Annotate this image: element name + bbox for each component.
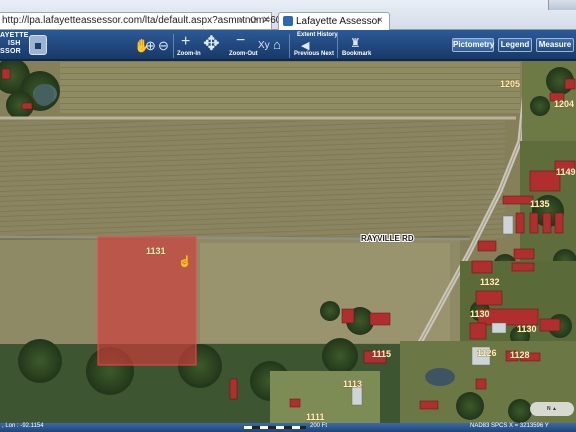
measure-button[interactable]: Measure bbox=[536, 38, 574, 52]
parcel-label: 1111 bbox=[306, 412, 325, 422]
toolbar-separator bbox=[337, 34, 338, 58]
previous-label[interactable]: Previous bbox=[294, 51, 319, 57]
zoom-in-magnifier-icon[interactable]: ⊕ bbox=[145, 39, 156, 52]
parcel-label: 1128 bbox=[510, 350, 530, 360]
pond bbox=[425, 368, 455, 386]
hand-cursor-icon: ☝ bbox=[178, 254, 192, 268]
parcel-label: 1132 bbox=[480, 277, 500, 287]
window-button[interactable] bbox=[548, 0, 576, 10]
crop-field bbox=[60, 61, 520, 113]
brand-line: SSOR bbox=[0, 48, 22, 55]
bookmark-icon[interactable]: ♜ bbox=[350, 37, 361, 50]
full-extent-arrows-icon[interactable]: ✥ bbox=[203, 34, 220, 54]
xy-coordinate-icon[interactable]: Xy bbox=[258, 39, 270, 52]
projection-readout: NAD83 SPCS X = 3213596 Y bbox=[470, 423, 549, 429]
parcel-label: 1130 bbox=[517, 324, 537, 334]
brand-logo: AYETTE ISH SSOR bbox=[0, 32, 28, 56]
road-label-rayville: RAYVILLE RD bbox=[361, 234, 414, 243]
tab-lafayette-assessor[interactable]: Lafayette Assessor × bbox=[278, 12, 390, 30]
parcel-label-selected: 1131 bbox=[146, 246, 166, 256]
pasture-field bbox=[200, 243, 450, 343]
favicon-icon bbox=[283, 16, 293, 26]
pictometry-button[interactable]: Pictometry bbox=[452, 38, 494, 52]
address-bar[interactable]: http://lpa.lafayetteassessor.com/lta/def… bbox=[0, 12, 309, 30]
crop-field bbox=[0, 121, 505, 239]
extent-history-label: Extent History bbox=[297, 32, 338, 38]
parcel-label: 1204 bbox=[554, 99, 574, 109]
toolbar-separator bbox=[289, 34, 290, 58]
refresh-icon[interactable]: ⟳ bbox=[250, 15, 258, 26]
legend-button[interactable]: Legend bbox=[498, 38, 532, 52]
brand-line: ISH bbox=[8, 40, 21, 47]
parcel-label: 1135 bbox=[530, 199, 550, 209]
coordinates-readout: , Lon : -92.1154 bbox=[2, 423, 44, 429]
browser-chrome: http://lpa.lafayetteassessor.com/lta/def… bbox=[0, 0, 576, 30]
parcel-label: 1205 bbox=[500, 79, 520, 89]
pond bbox=[34, 84, 54, 106]
brand-line: AYETTE bbox=[0, 32, 29, 39]
next-label[interactable]: Next bbox=[321, 51, 334, 57]
close-icon[interactable]: ✕ bbox=[262, 15, 270, 26]
parcel-label: 1149 bbox=[556, 167, 576, 177]
parcel-label: 1113 bbox=[343, 379, 362, 389]
aerial-imagery[interactable]: RAYVILLE RD 1205 1204 1149 1135 1131 113… bbox=[0, 61, 576, 423]
tab-title: Lafayette Assessor bbox=[296, 16, 381, 27]
parcel-label: 1130 bbox=[470, 309, 490, 319]
status-bar: , Lon : -92.1154 200 Ft NAD83 SPCS X = 3… bbox=[0, 423, 576, 432]
zoom-out-magnifier-icon[interactable]: ⊖ bbox=[158, 39, 169, 52]
zoom-out-label[interactable]: Zoom-Out bbox=[229, 51, 258, 57]
toolbar-separator bbox=[173, 34, 174, 58]
parcel-label: 1126 bbox=[477, 348, 497, 358]
search-icon[interactable]: ⌕ bbox=[238, 15, 244, 26]
zoom-in-label[interactable]: Zoom-In bbox=[177, 51, 201, 57]
scale-bar bbox=[244, 426, 306, 429]
scale-label: 200 Ft bbox=[310, 423, 328, 429]
zoom-in-icon[interactable]: + bbox=[181, 34, 190, 50]
app-toolbar: AYETTE ISH SSOR ✋ ⊕ ⊖ + Zoom-In ✥ − Zoom… bbox=[0, 30, 576, 61]
zoom-out-icon[interactable]: − bbox=[236, 33, 245, 49]
parcel-label: 1115 bbox=[372, 349, 391, 359]
tab-close-icon[interactable]: × bbox=[377, 15, 383, 26]
home-icon[interactable]: ⌂ bbox=[273, 38, 281, 51]
bookmark-label[interactable]: Bookmark bbox=[342, 51, 371, 57]
map-canvas[interactable]: RAYVILLE RD 1205 1204 1149 1135 1131 113… bbox=[0, 61, 576, 423]
compass-badge: N ▲ bbox=[530, 402, 574, 416]
lock-icon[interactable] bbox=[29, 35, 47, 55]
